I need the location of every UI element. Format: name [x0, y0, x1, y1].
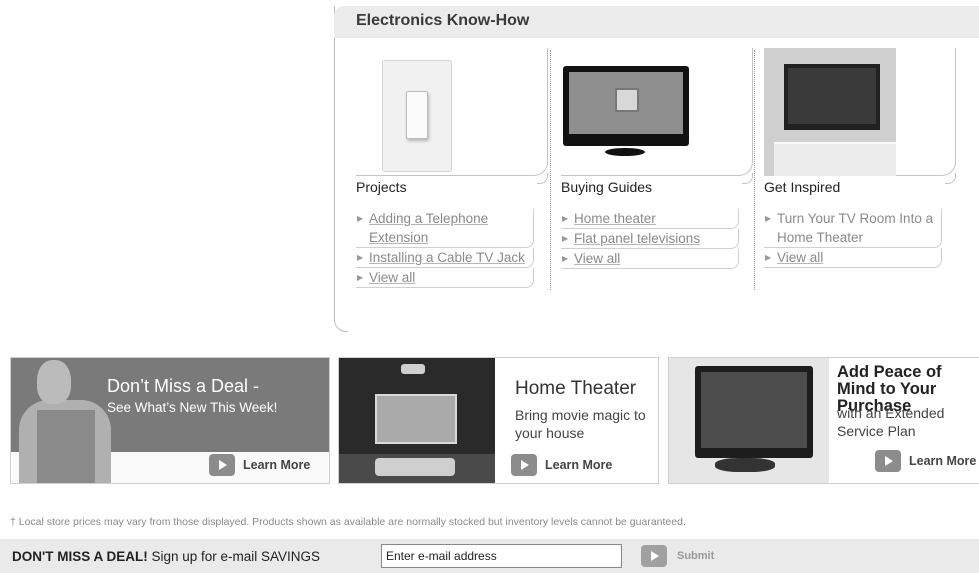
triangle-bullet-icon: ▶ — [765, 253, 772, 262]
link-label: Installing a Cable TV Jack — [369, 250, 525, 265]
learn-more-label: Learn More — [909, 454, 977, 468]
get-inspired-column: Get Inspired ▶ Turn Your TV Room Into a … — [764, 48, 956, 268]
electronics-know-how-panel: Electronics Know-How Projects ▶ Adding a… — [334, 6, 979, 334]
buying-guides-image-link[interactable] — [561, 48, 753, 176]
learn-more-button[interactable]: Learn More — [511, 454, 612, 476]
flat-panel-tv-image — [563, 66, 689, 146]
play-arrow-icon — [511, 454, 537, 476]
room-tv-screen — [788, 68, 876, 124]
promo-subtitle: Bring movie magic to your house — [515, 407, 646, 441]
submit-label: Submit — [677, 550, 715, 562]
triangle-bullet-icon: ▶ — [765, 214, 772, 223]
learn-more-button[interactable]: Learn More — [209, 454, 310, 476]
projector — [401, 364, 425, 374]
play-arrow-icon — [641, 545, 667, 567]
home-theater-photo — [339, 358, 495, 483]
room-tv — [784, 64, 880, 130]
get-inspired-title[interactable]: Get Inspired — [764, 173, 956, 199]
projects-title[interactable]: Projects — [356, 173, 548, 199]
home-depot-logo — [615, 88, 639, 112]
buying-guides-title[interactable]: Buying Guides — [561, 173, 753, 199]
learn-more-label: Learn More — [545, 458, 613, 472]
link-turn-tv-room-into-home-theater[interactable]: ▶ Turn Your TV Room Into a Home Theater — [764, 209, 942, 248]
link-label: Adding a Telephone Extension — [369, 211, 489, 245]
price-disclaimer: † Local store prices may vary from those… — [10, 516, 686, 528]
link-view-all-buying-guides[interactable]: ▶ View all — [561, 249, 739, 269]
projects-links: ▶ Adding a Telephone Extension ▶ Install… — [356, 209, 548, 288]
email-signup-bar: DON'T MISS A DEAL! Sign up for e-mail SA… — [0, 539, 979, 573]
get-inspired-links: ▶ Turn Your TV Room Into a Home Theater … — [764, 209, 956, 268]
sofa — [375, 458, 455, 476]
link-view-all-projects[interactable]: ▶ View all — [356, 268, 534, 288]
play-arrow-icon — [875, 450, 901, 472]
panel-frame — [334, 6, 348, 332]
column-divider — [550, 50, 551, 290]
link-home-theater-guide[interactable]: ▶ Home theater — [561, 209, 739, 229]
signup-label: DON'T MISS A DEAL! Sign up for e-mail SA… — [12, 549, 320, 564]
promo-extended-service-plan[interactable]: Add Peace of Mind to Your Purchase with … — [668, 357, 979, 484]
play-arrow-icon — [209, 454, 235, 476]
learn-more-button[interactable]: Learn More — [875, 450, 976, 472]
light-switch-image — [382, 60, 452, 172]
link-label: Home theater — [574, 211, 656, 226]
triangle-bullet-icon: ▶ — [357, 273, 364, 282]
triangle-bullet-icon: ▶ — [357, 253, 364, 262]
triangle-bullet-icon: ▶ — [562, 234, 569, 243]
submit-button[interactable]: Submit — [641, 545, 714, 567]
signup-label-rest: Sign up for e-mail SAVINGS — [147, 549, 321, 564]
buying-guides-links: ▶ Home theater ▶ Flat panel televisions … — [561, 209, 753, 269]
link-label: Turn Your TV Room Into a Home Theater — [777, 211, 934, 245]
warranty-tv — [695, 366, 813, 458]
link-label: View all — [574, 251, 621, 266]
get-inspired-image-link[interactable] — [764, 48, 956, 176]
promo-title: Home Theater — [515, 378, 637, 399]
promo-title: Don’t Miss a Deal - — [107, 376, 260, 396]
tv-stand — [605, 148, 645, 156]
promo-subtitle: See What’s New This Week! — [107, 400, 278, 415]
warranty-tv-stand — [715, 458, 775, 472]
projects-column: Projects ▶ Adding a Telephone Extension … — [356, 48, 548, 288]
promo-subtitle: with an Extended Service Plan — [837, 405, 945, 439]
flat-screen-tv-photo — [669, 358, 829, 483]
link-view-all-get-inspired[interactable]: ▶ View all — [764, 248, 942, 268]
associate-head — [37, 360, 71, 404]
associate-photo — [19, 360, 111, 483]
column-divider — [754, 50, 755, 290]
tv-room-image — [764, 48, 896, 176]
triangle-bullet-icon: ▶ — [562, 254, 569, 263]
projects-image-link[interactable] — [356, 48, 548, 176]
panel-header: Electronics Know-How — [334, 6, 979, 38]
link-flat-panel-televisions[interactable]: ▶ Flat panel televisions — [561, 229, 739, 249]
projection-screen — [375, 394, 457, 444]
panel-title: Electronics Know-How — [356, 12, 530, 29]
link-label: Flat panel televisions — [574, 231, 701, 246]
promo-home-theater[interactable]: Home Theater Bring movie magic to your h… — [338, 357, 659, 484]
buying-guides-column: Buying Guides ▶ Home theater ▶ Flat pane… — [561, 48, 753, 269]
tv-screen — [569, 72, 683, 134]
link-adding-telephone-extension[interactable]: ▶ Adding a Telephone Extension — [356, 209, 534, 248]
triangle-bullet-icon: ▶ — [562, 214, 569, 223]
associate-apron — [37, 410, 95, 483]
triangle-bullet-icon: ▶ — [357, 214, 364, 223]
link-label: View all — [777, 250, 824, 265]
light-switch-toggle — [406, 91, 428, 139]
warranty-tv-screen — [701, 372, 807, 448]
link-installing-cable-tv-jack[interactable]: ▶ Installing a Cable TV Jack — [356, 248, 534, 268]
tv-cabinet — [774, 142, 896, 176]
link-label: View all — [369, 270, 416, 285]
signup-label-bold: DON'T MISS A DEAL! — [12, 549, 148, 564]
learn-more-label: Learn More — [243, 458, 311, 472]
promo-weekly-deals[interactable]: Don’t Miss a Deal - See What’s New This … — [10, 357, 330, 484]
email-field[interactable] — [381, 544, 622, 568]
